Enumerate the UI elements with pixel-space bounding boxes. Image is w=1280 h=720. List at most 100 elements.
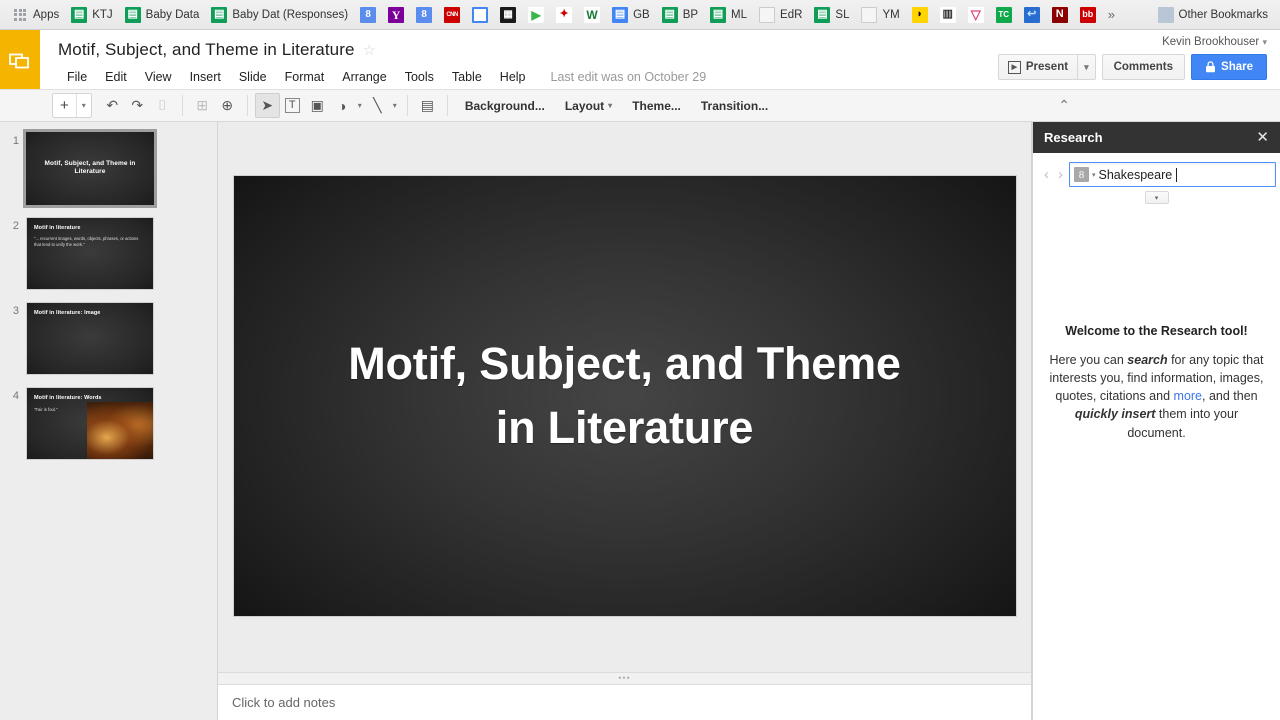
present-dropdown-button[interactable]: ▾ — [1077, 54, 1096, 80]
bookmark-baby-data[interactable]: Baby Data — [119, 5, 206, 25]
star-icon[interactable]: ☆ — [363, 41, 376, 59]
notes-placeholder[interactable]: Click to add notes — [232, 695, 335, 710]
nav-forward-icon[interactable]: › — [1055, 167, 1066, 182]
bookmark-yahoo[interactable] — [382, 5, 410, 25]
bookmark-bb[interactable] — [1074, 5, 1102, 25]
menu-tools[interactable]: Tools — [396, 67, 443, 87]
background-button[interactable]: Background... — [455, 93, 555, 118]
bookmark-ym[interactable]: YM — [855, 5, 905, 25]
shape-button[interactable]: ◑ — [330, 93, 355, 118]
paint-format-button[interactable]: ⌷ — [150, 93, 175, 118]
welcome-body: Here you can search for any topic that i… — [1049, 351, 1264, 442]
bookmark-label: YM — [882, 8, 900, 21]
close-icon[interactable]: ✕ — [1256, 130, 1269, 145]
bookmark-play-store[interactable] — [522, 5, 550, 25]
bookmark-bank[interactable] — [934, 5, 962, 25]
bookmark-cnn[interactable] — [438, 5, 466, 25]
user-name-label: Kevin Brookhouser — [1162, 36, 1260, 48]
other-bookmarks-folder[interactable]: Other Bookmarks — [1152, 5, 1274, 25]
fit-to-window-button[interactable]: ⊞ — [190, 93, 215, 118]
slide-title-textbox[interactable]: Motif, Subject, and Theme in Literature — [280, 332, 970, 460]
collapse-toolbar-icon[interactable]: ⌃ — [1058, 97, 1070, 114]
transition-button[interactable]: Transition... — [691, 93, 778, 118]
bookmark-dark-grid[interactable] — [494, 5, 522, 25]
bookmark-gplus-2[interactable] — [410, 5, 438, 25]
zoom-button[interactable]: ⊕ — [215, 93, 240, 118]
current-slide[interactable]: Motif, Subject, and Theme in Literature — [233, 176, 1016, 616]
lock-icon — [1206, 61, 1216, 73]
bookmark-baby-dat-responses[interactable]: Baby Dat (Responses) — [205, 5, 354, 25]
notes-splitter-handle[interactable]: ••• — [218, 672, 1031, 684]
page-title[interactable]: Motif, Subject, and Theme in Literature — [58, 40, 355, 60]
add-slide-dropdown-icon[interactable]: ▾ — [77, 94, 91, 117]
sheets-icon — [124, 6, 141, 23]
slide-thumbnail-4[interactable]: Motif in literature: Words "Fair is foul… — [26, 387, 154, 460]
menu-table[interactable]: Table — [443, 67, 491, 87]
slide-thumbnail-1[interactable]: Motif, Subject, and Theme in Literature — [23, 129, 157, 208]
layout-button[interactable]: Layout ▾ — [555, 93, 622, 118]
list-item[interactable]: 4 Motif in literature: Words "Fair is fo… — [0, 387, 217, 460]
menu-help[interactable]: Help — [491, 67, 535, 87]
slides-app-logo-icon[interactable] — [0, 30, 40, 89]
user-account-menu[interactable]: Kevin Brookhouser ▾ — [1162, 30, 1267, 48]
bookmark-blue-back[interactable] — [1018, 5, 1046, 25]
slide-filmstrip[interactable]: 1 Motif, Subject, and Theme in Literatur… — [0, 122, 218, 720]
chevron-down-icon[interactable]: ▾ — [1092, 171, 1096, 179]
menu-view[interactable]: View — [136, 67, 181, 87]
last-edit-status[interactable]: Last edit was on October 29 — [551, 70, 707, 84]
redo-button[interactable]: ↷ — [125, 93, 150, 118]
shape-dropdown-icon[interactable]: ▾ — [355, 101, 365, 110]
present-button[interactable]: ▶ Present — [997, 54, 1078, 80]
list-item[interactable]: 1 Motif, Subject, and Theme in Literatur… — [0, 129, 217, 208]
add-slide-button[interactable]: + — [53, 94, 76, 117]
menu-arrange[interactable]: Arrange — [333, 67, 395, 87]
speaker-notes-pane[interactable]: Click to add notes — [218, 684, 1031, 720]
bookmark-edr[interactable]: EdR — [753, 5, 808, 25]
bookmark-gplus-1[interactable] — [354, 5, 382, 25]
thumbnail-body: "Fair is foul." — [34, 407, 58, 412]
bookmark-yellow-bird[interactable] — [906, 5, 934, 25]
research-search-input[interactable]: 8 ▾ Shakespeare — [1069, 162, 1276, 187]
line-dropdown-icon[interactable]: ▾ — [390, 101, 400, 110]
google-search-engine-icon[interactable]: 8 — [1074, 167, 1089, 182]
insert-image-button[interactable]: ▣ — [305, 93, 330, 118]
share-label: Share — [1221, 61, 1253, 73]
bookmark-n[interactable] — [1046, 5, 1074, 25]
cnn-icon — [444, 6, 461, 23]
slide-thumbnail-3[interactable]: Motif in literature: Image — [26, 302, 154, 375]
bookmark-tc[interactable] — [990, 5, 1018, 25]
dark-grid-icon — [500, 6, 517, 23]
select-tool-button[interactable]: ➤ — [254, 93, 280, 118]
research-panel-header: Research ✕ — [1033, 122, 1280, 153]
menu-format[interactable]: Format — [276, 67, 334, 87]
slide-thumbnail-2[interactable]: Motif in literature "... recurrent image… — [26, 217, 154, 290]
menu-edit[interactable]: Edit — [96, 67, 136, 87]
comments-button[interactable]: Comments — [1101, 54, 1186, 80]
bookmarks-overflow-chevron[interactable]: » — [1102, 7, 1121, 22]
share-button[interactable]: Share — [1191, 54, 1267, 80]
bookmark-blue-layout[interactable] — [466, 5, 494, 25]
menu-insert[interactable]: Insert — [181, 67, 230, 87]
nav-back-icon[interactable]: ‹ — [1041, 167, 1052, 182]
menu-slide[interactable]: Slide — [230, 67, 276, 87]
bookmark-sl[interactable]: SL — [808, 5, 855, 25]
more-link[interactable]: more — [1174, 389, 1202, 403]
menu-file[interactable]: File — [58, 67, 96, 87]
bookmark-pink-v[interactable] — [962, 5, 990, 25]
bookmark-red-runner[interactable] — [550, 5, 578, 25]
search-filter-dropdown-icon[interactable]: ▾ — [1144, 191, 1169, 204]
theme-button[interactable]: Theme... — [622, 93, 691, 118]
align-button[interactable]: ▤ — [415, 93, 440, 118]
bookmark-bp[interactable]: BP — [656, 5, 704, 25]
slide-title-line-1: Motif, Subject, and Theme — [348, 338, 901, 390]
line-button[interactable]: ╲ — [365, 93, 390, 118]
bookmark-apps[interactable]: Apps — [6, 6, 65, 23]
bookmark-ml[interactable]: ML — [704, 5, 753, 25]
bookmark-w[interactable] — [578, 5, 606, 25]
bookmark-gb[interactable]: GB — [606, 5, 656, 25]
bookmark-ktj[interactable]: KTJ — [65, 5, 118, 25]
text-box-button[interactable]: T — [280, 93, 305, 118]
list-item[interactable]: 3 Motif in literature: Image — [0, 302, 217, 375]
undo-button[interactable]: ↶ — [100, 93, 125, 118]
list-item[interactable]: 2 Motif in literature "... recurrent ima… — [0, 217, 217, 290]
